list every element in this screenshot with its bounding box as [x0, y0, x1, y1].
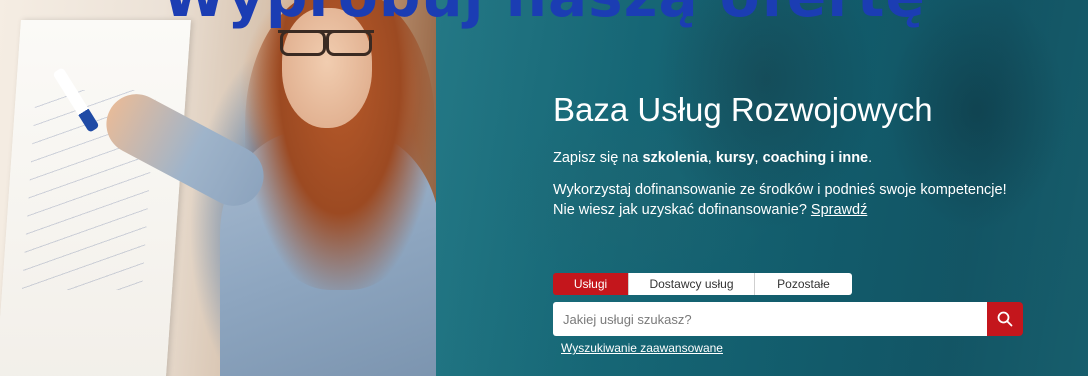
flipchart-image — [0, 20, 191, 382]
tab-services[interactable]: Usługi — [553, 273, 629, 295]
subtitle-bold-trainings: szkolenia — [642, 150, 708, 166]
bottom-divider — [0, 376, 1088, 382]
hero-subtitle: Zapisz się na szkolenia, kursy, coaching… — [553, 148, 1073, 168]
subtitle-bold-coaching: coaching i inne — [762, 150, 869, 166]
hero-photo-left — [0, 0, 440, 382]
advanced-search-link[interactable]: Wyszukiwanie zaawansowane — [561, 341, 723, 355]
subtitle-prefix: Zapisz się na — [553, 150, 643, 166]
hero-banner: Wypróbuj naszą ofertę Baza Usług Rozwojo… — [0, 0, 1088, 382]
top-heading-cut: Wypróbuj naszą ofertę — [0, 0, 1088, 30]
subtitle-suffix: . — [868, 150, 873, 166]
funding-question-text: Nie wiesz jak uzyskać dofinansowanie? — [553, 202, 811, 218]
tab-other[interactable]: Pozostałe — [755, 273, 852, 295]
search-tabs: Usługi Dostawcy usług Pozostałe — [553, 273, 852, 295]
search-input[interactable] — [553, 302, 987, 336]
person-glasses-image — [278, 30, 374, 56]
tab-service-providers[interactable]: Dostawcy usług — [629, 273, 755, 295]
subtitle-sep-1: , — [707, 150, 716, 166]
search-icon — [997, 311, 1013, 327]
subtitle-bold-courses: kursy — [715, 150, 755, 166]
hero-funding-question: Nie wiesz jak uzyskać dofinansowanie? Sp… — [553, 200, 1073, 220]
search-button[interactable] — [987, 302, 1023, 336]
search-bar — [553, 302, 1023, 336]
check-funding-link[interactable]: Sprawdź — [811, 202, 867, 218]
hero-title: Baza Usług Rozwojowych — [553, 91, 933, 128]
hero-description: Wykorzystaj dofinansowanie ze środków i … — [553, 182, 1007, 198]
hero-content: Baza Usług Rozwojowych Zapisz się na szk… — [553, 88, 1073, 220]
subtitle-sep-2: , — [754, 150, 763, 166]
